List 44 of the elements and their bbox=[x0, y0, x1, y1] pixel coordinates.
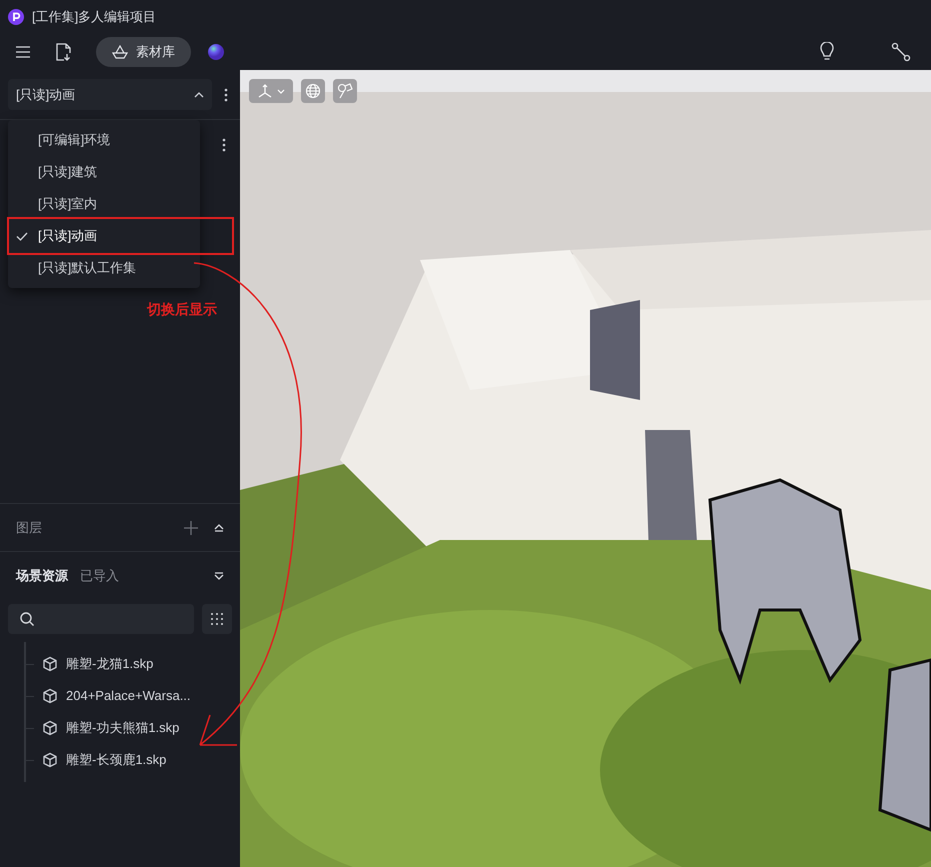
globe-button[interactable] bbox=[301, 79, 325, 103]
pin-icon bbox=[337, 83, 353, 99]
grid-icon bbox=[211, 613, 223, 625]
caret-icon bbox=[277, 88, 285, 94]
asset-item[interactable]: 雕塑-长颈鹿1.skp bbox=[66, 750, 166, 770]
asset-item[interactable]: 204+Palace+Warsa... bbox=[66, 686, 191, 706]
add-icon[interactable] bbox=[184, 520, 198, 534]
transform-button[interactable] bbox=[249, 79, 293, 103]
cube-icon bbox=[42, 688, 58, 704]
search-icon bbox=[20, 612, 34, 626]
more-icon[interactable] bbox=[222, 138, 226, 152]
annotation-text: 切换后显示 bbox=[147, 301, 217, 320]
menu-item[interactable]: [只读]建筑 bbox=[8, 156, 200, 188]
collapse-icon[interactable] bbox=[214, 524, 224, 532]
cube-icon bbox=[42, 720, 58, 736]
cube-icon bbox=[42, 752, 58, 768]
menu-item[interactable]: [只读]默认工作集 bbox=[8, 252, 200, 284]
connection-icon[interactable] bbox=[891, 42, 911, 62]
app-logo-icon bbox=[8, 9, 24, 25]
axes-icon bbox=[257, 83, 273, 99]
asset-item[interactable]: 雕塑-功夫熊猫1.skp bbox=[66, 718, 180, 738]
menu-item[interactable]: [只读]动画 bbox=[8, 220, 200, 252]
measure-button[interactable] bbox=[333, 79, 357, 103]
menu-icon[interactable] bbox=[16, 46, 30, 58]
cube-icon bbox=[42, 656, 58, 672]
avatar-orb-icon[interactable] bbox=[207, 43, 225, 61]
menu-item[interactable]: [可编辑]环境 bbox=[8, 124, 200, 156]
asset-tab[interactable]: 场景资源 bbox=[16, 566, 68, 586]
globe-icon bbox=[305, 83, 321, 99]
library-button[interactable]: 素材库 bbox=[96, 37, 191, 67]
search-field[interactable] bbox=[8, 604, 194, 634]
expand-icon[interactable] bbox=[214, 572, 224, 580]
asset-tab[interactable]: 已导入 bbox=[80, 566, 119, 586]
asset-item[interactable]: 雕塑-龙猫1.skp bbox=[66, 654, 154, 674]
lightbulb-icon[interactable] bbox=[819, 42, 835, 62]
layers-title: 图层 bbox=[16, 518, 42, 537]
workset-select[interactable]: [只读]动画 bbox=[8, 79, 212, 110]
file-download-icon[interactable] bbox=[54, 42, 72, 62]
grid-view-button[interactable] bbox=[202, 604, 232, 634]
menu-item[interactable]: [只读]室内 bbox=[8, 188, 200, 220]
window-title: [工作集]多人编辑项目 bbox=[32, 8, 156, 26]
more-icon[interactable] bbox=[224, 88, 228, 102]
checkmark-icon bbox=[16, 232, 28, 240]
boat-icon bbox=[112, 45, 128, 59]
